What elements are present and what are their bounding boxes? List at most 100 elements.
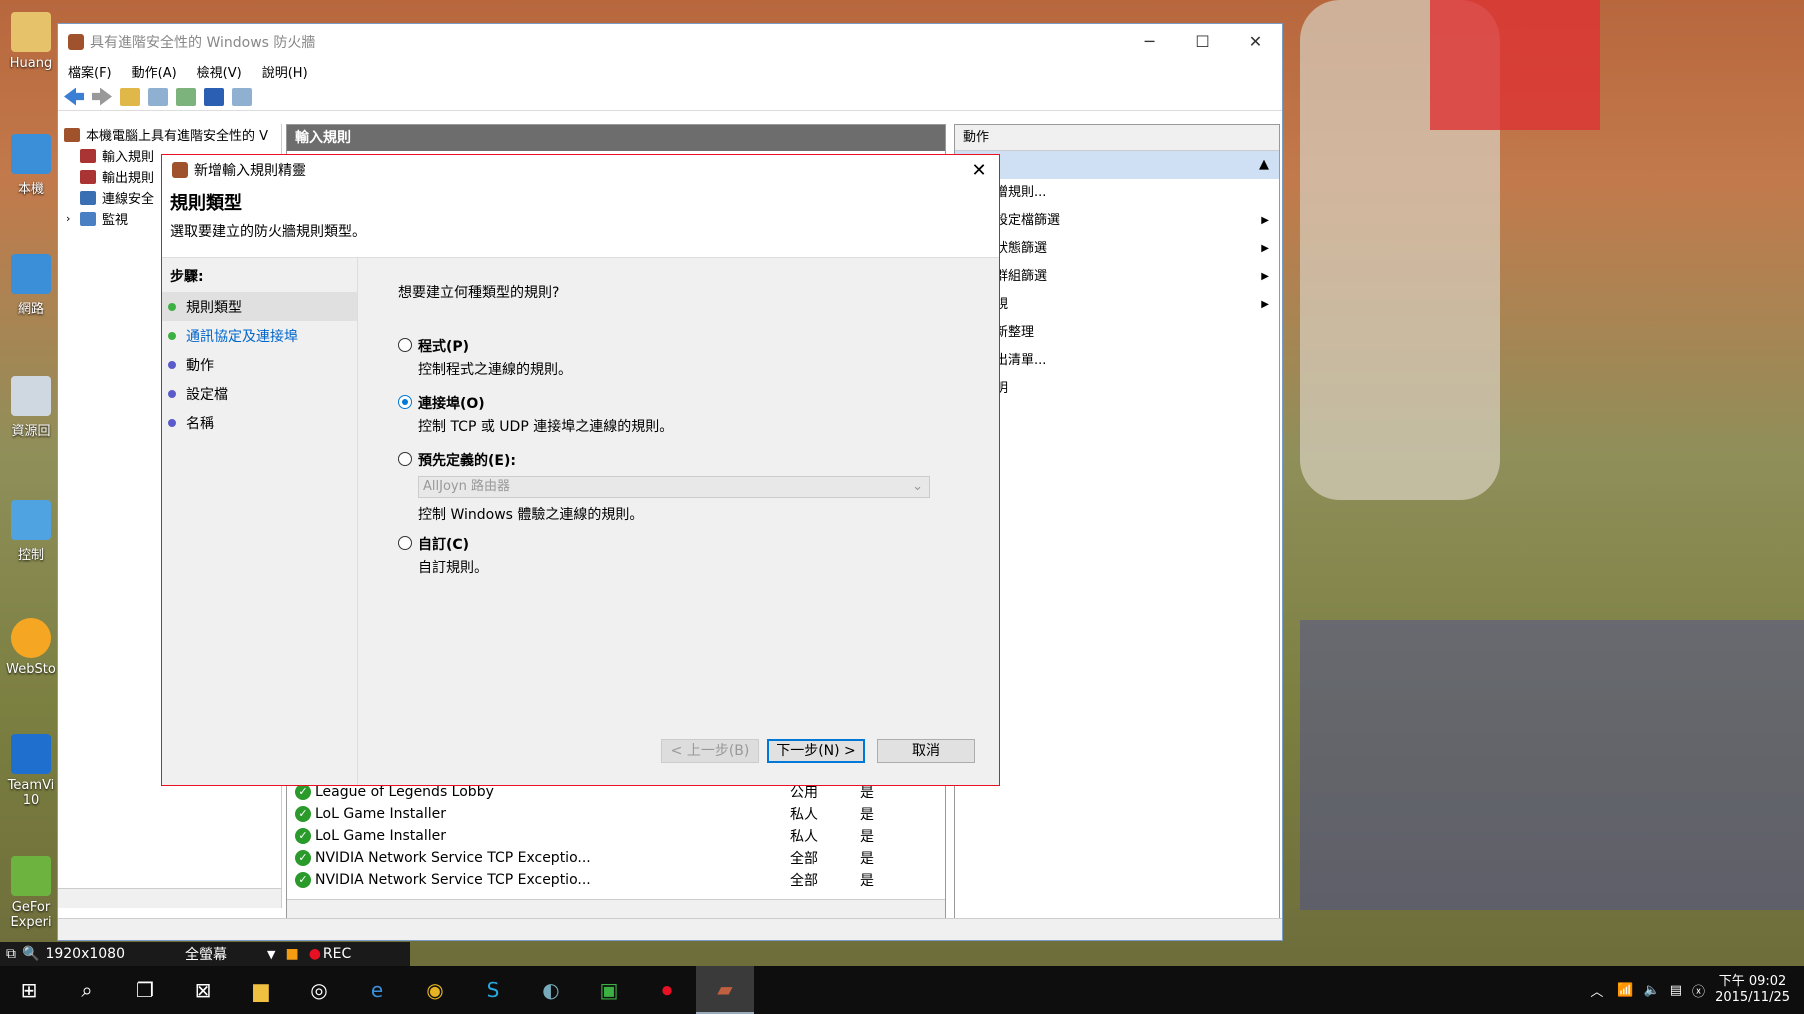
network-icon[interactable]: 📶: [1617, 983, 1633, 998]
desktop-icon-webstorage[interactable]: WebSto: [0, 618, 62, 677]
desktop-icon-label: 本機: [17, 182, 44, 197]
window-titlebar[interactable]: 具有進階安全性的 Windows 防火牆 ─ ☐ ✕: [58, 24, 1282, 59]
action-filter-group[interactable]: 群組篩選 ▶: [955, 263, 1279, 291]
next-button[interactable]: 下一步(N) >: [767, 739, 865, 763]
back-button[interactable]: < 上一步(B): [661, 739, 759, 763]
recorder-layout-icon[interactable]: ⧉: [6, 946, 16, 962]
tree-root[interactable]: 本機電腦上具有進階安全性的 V: [58, 124, 281, 145]
desktop-icon-geforce[interactable]: GeFor Experi: [0, 856, 62, 930]
store-icon[interactable]: ⊠: [174, 966, 232, 1014]
option-custom[interactable]: 自訂(C) 自訂規則。: [398, 534, 959, 577]
forward-arrow-icon[interactable]: [92, 87, 112, 106]
export-icon[interactable]: [176, 87, 196, 106]
chrome-icon[interactable]: ◉: [406, 966, 464, 1014]
step-dot-icon: [168, 418, 176, 427]
radio-port[interactable]: [398, 395, 412, 409]
table-row[interactable]: ✓ NVIDIA Network Service TCP Exceptio... 全…: [287, 869, 927, 891]
check-icon: ✓: [295, 806, 311, 822]
rules-horizontal-scrollbar[interactable]: [287, 899, 945, 919]
rule-type-content: 想要建立何種類型的規則? 程式(P) 控制程式之連線的規則。 連接埠(O) 控制…: [398, 282, 959, 591]
up-folder-icon[interactable]: [120, 87, 140, 106]
radio-program[interactable]: [398, 338, 412, 352]
firewall-taskbar-icon[interactable]: ▰: [696, 966, 754, 1014]
maximize-icon[interactable]: ☐: [1176, 32, 1229, 51]
action-new-rule[interactable]: 增規則...: [955, 179, 1279, 207]
close-icon[interactable]: ✕: [959, 160, 999, 181]
action-refresh[interactable]: 新整理: [955, 319, 1279, 347]
menu-action[interactable]: 動作(A): [132, 62, 177, 81]
radio-custom[interactable]: [398, 536, 412, 550]
show-hide-tree-icon[interactable]: [148, 87, 168, 106]
step-protocol-ports[interactable]: 通訊協定及連接埠: [162, 321, 357, 350]
submenu-arrow-icon: ▶: [1261, 215, 1269, 226]
action-view[interactable]: 視 ▶: [955, 291, 1279, 319]
ime-icon[interactable]: ▤: [1670, 983, 1682, 998]
task-view-icon[interactable]: ❐: [116, 966, 174, 1014]
desktop-icon-this-pc[interactable]: 本機: [0, 134, 62, 197]
edge-browser-icon[interactable]: e: [348, 966, 406, 1014]
desktop-icon-recycle-bin[interactable]: 資源回: [0, 376, 62, 439]
rule-profile: 全部: [790, 873, 818, 889]
show-action-pane-icon[interactable]: [232, 87, 252, 106]
desktop-icon-teamviewer[interactable]: TeamVi 10: [0, 734, 62, 808]
step-dot-icon: [168, 302, 176, 311]
actions-section-header[interactable]: 則▲: [955, 151, 1279, 179]
step-profile[interactable]: 設定檔: [162, 379, 357, 408]
media-player-icon[interactable]: ◎: [290, 966, 348, 1014]
menu-file[interactable]: 檔案(F): [68, 62, 112, 81]
search-icon[interactable]: ⌕: [58, 966, 116, 1014]
toolbar: [58, 83, 1282, 111]
step-action[interactable]: 動作: [162, 350, 357, 379]
step-name[interactable]: 名稱: [162, 408, 357, 437]
steps-panel: 步驟: 規則類型 通訊協定及連接埠 動作 設定檔 名稱: [162, 258, 358, 785]
cancel-button[interactable]: 取消: [877, 739, 975, 763]
radio-predefined[interactable]: [398, 452, 412, 466]
expand-chevron-icon[interactable]: ›: [66, 212, 80, 225]
wizard-header: 規則類型 選取要建立的防火牆規則類型。: [162, 185, 999, 241]
dropdown-icon[interactable]: ▼: [267, 948, 275, 961]
clock[interactable]: 下午 09:02 2015/11/25: [1715, 974, 1790, 1006]
step-label: 設定檔: [186, 386, 228, 403]
notification-icon[interactable]: ⓧ: [1692, 981, 1705, 1000]
option-description: 控制程式之連線的規則。: [418, 362, 572, 378]
help-icon[interactable]: [204, 87, 224, 106]
menu-view[interactable]: 檢視(V): [197, 62, 242, 81]
recorder-app-icon[interactable]: ⏺: [638, 966, 696, 1014]
volume-icon[interactable]: 🔈: [1644, 983, 1660, 998]
desktop-icon-network[interactable]: 網路: [0, 254, 62, 317]
show-hidden-icons-icon[interactable]: ︿: [1590, 981, 1603, 1000]
action-filter-state[interactable]: 狀態篩選 ▶: [955, 235, 1279, 263]
desktop-icon-control-panel[interactable]: 控制: [0, 500, 62, 563]
action-label: 增規則...: [995, 185, 1047, 200]
line-icon[interactable]: ▣: [580, 966, 638, 1014]
rule-enabled: 是: [860, 851, 874, 867]
table-row[interactable]: ✓ NVIDIA Network Service TCP Exceptio... 全…: [287, 847, 927, 869]
zoom-icon[interactable]: 🔍: [22, 946, 39, 962]
option-program[interactable]: 程式(P) 控制程式之連線的規則。: [398, 336, 959, 379]
file-explorer-icon[interactable]: ▆: [232, 966, 290, 1014]
table-row[interactable]: ✓ LoL Game Installer 私人 是: [287, 803, 927, 825]
record-dot-icon[interactable]: ●: [309, 946, 321, 962]
recorder-mode[interactable]: 全螢幕: [185, 944, 227, 964]
option-port[interactable]: 連接埠(O) 控制 TCP 或 UDP 連接埠之連線的規則。: [398, 393, 959, 436]
collapse-arrow-icon[interactable]: ▲: [1259, 151, 1269, 179]
camera-icon[interactable]: ■: [285, 946, 298, 962]
action-filter-profile[interactable]: 設定檔篩選 ▶: [955, 207, 1279, 235]
action-help[interactable]: 明: [955, 375, 1279, 403]
start-button[interactable]: ⊞: [0, 966, 58, 1014]
skype-icon[interactable]: S: [464, 966, 522, 1014]
minimize-icon[interactable]: ─: [1123, 32, 1176, 51]
desktop-icon-user[interactable]: Huang: [0, 12, 62, 71]
tree-horizontal-scrollbar[interactable]: [58, 888, 281, 908]
action-export-list[interactable]: 出清單...: [955, 347, 1279, 375]
predefined-rule-select[interactable]: AllJoyn 路由器 ⌄: [418, 476, 930, 498]
table-row[interactable]: ✓ LoL Game Installer 私人 是: [287, 825, 927, 847]
option-label: 程式(P): [418, 339, 470, 355]
back-arrow-icon[interactable]: [64, 87, 84, 106]
option-predefined[interactable]: 預先定義的(E): AllJoyn 路由器 ⌄ 控制 Windows 體驗之連線的…: [398, 450, 959, 524]
wizard-titlebar[interactable]: 新增輸入規則精靈 ✕: [162, 155, 999, 185]
menu-help[interactable]: 說明(H): [262, 62, 308, 81]
close-icon[interactable]: ✕: [1229, 32, 1282, 51]
app-icon[interactable]: ◐: [522, 966, 580, 1014]
step-rule-type[interactable]: 規則類型: [162, 292, 357, 321]
